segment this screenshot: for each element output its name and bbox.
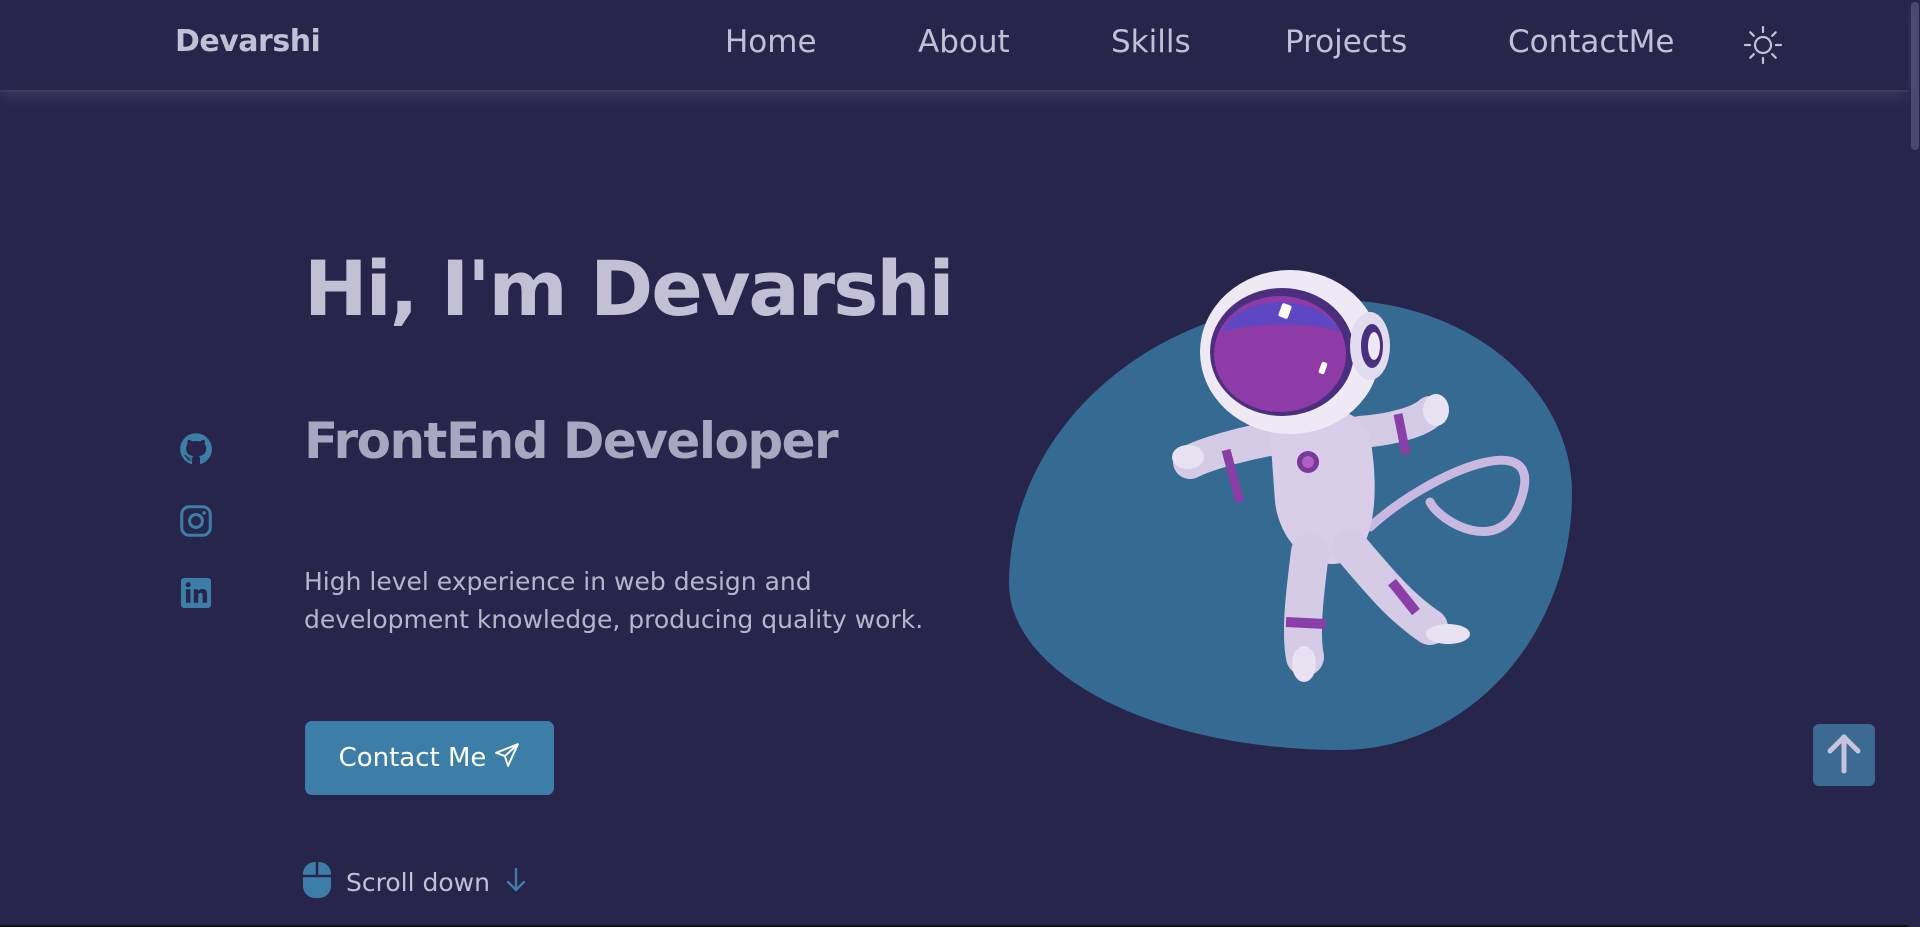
hero-subtitle: FrontEnd Developer [304, 412, 839, 470]
scroll-down-label: Scroll down [346, 867, 490, 897]
astronaut-illustration [1130, 262, 1550, 682]
nav-about[interactable]: About [918, 24, 1010, 60]
logo[interactable]: Devarshi [175, 24, 321, 59]
contact-me-label: Contact Me [338, 743, 487, 773]
nav-home[interactable]: Home [725, 24, 817, 60]
nav-skills[interactable]: Skills [1111, 24, 1191, 60]
arrow-down-icon [504, 866, 528, 898]
scrollbar[interactable] [1908, 0, 1920, 927]
page: Devarshi Home About Skills Projects Cont… [0, 0, 1920, 927]
header: Devarshi Home About Skills Projects Cont… [0, 0, 1908, 90]
hero-description: High level experience in web design and … [304, 567, 924, 634]
arrow-up-icon [1822, 731, 1866, 779]
linkedin-icon[interactable] [178, 575, 214, 611]
scroll-up-button[interactable] [1813, 724, 1875, 786]
sun-icon[interactable] [1742, 24, 1784, 66]
instagram-icon[interactable] [178, 503, 214, 539]
nav-contactme[interactable]: ContactMe [1508, 24, 1674, 60]
nav-projects[interactable]: Projects [1285, 24, 1407, 60]
send-icon [494, 742, 520, 775]
hero-title: Hi, I'm Devarshi [304, 244, 955, 333]
contact-me-button[interactable]: Contact Me [305, 721, 554, 795]
scrollbar-thumb[interactable] [1911, 2, 1919, 150]
scroll-down-link[interactable]: Scroll down [302, 862, 528, 902]
mouse-icon [302, 861, 332, 903]
github-icon[interactable] [178, 431, 214, 467]
